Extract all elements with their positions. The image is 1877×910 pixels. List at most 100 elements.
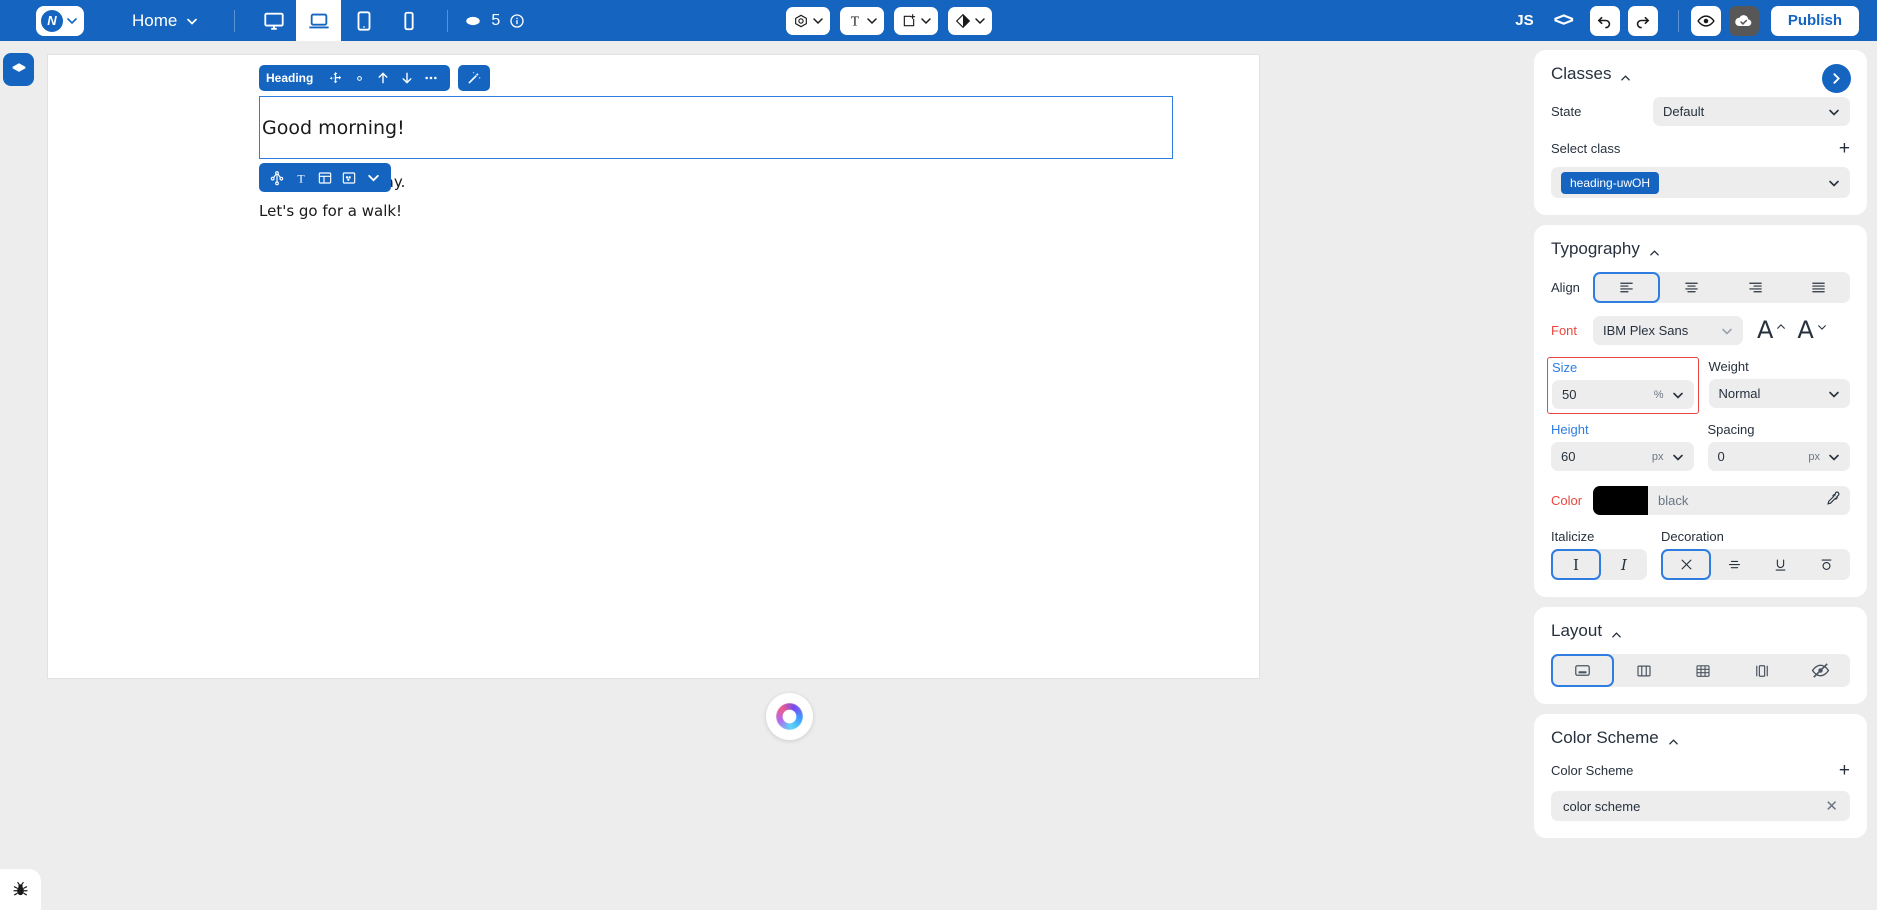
magic-wand-icon — [468, 71, 481, 84]
publish-button[interactable]: Publish — [1770, 5, 1859, 36]
chevron-down-icon — [1672, 451, 1684, 463]
layout-hidden-button[interactable] — [1791, 654, 1850, 687]
code-view-button[interactable]: <> — [1554, 10, 1574, 32]
color-scheme-section-header[interactable]: Color Scheme — [1551, 728, 1850, 748]
layout-block-button[interactable] — [1551, 654, 1614, 687]
device-laptop-button[interactable] — [296, 0, 342, 41]
device-mobile-button[interactable] — [386, 0, 431, 41]
align-justify-button[interactable] — [1787, 272, 1850, 303]
heading-element[interactable]: Good morning! — [259, 96, 1173, 159]
theme-tool-button[interactable] — [948, 6, 992, 35]
weight-field-group: Weight Normal — [1708, 359, 1850, 410]
decoration-underline-button[interactable] — [1758, 549, 1804, 580]
text-tool-button[interactable]: T — [840, 6, 884, 35]
palette-tool-button[interactable] — [786, 6, 830, 35]
arrow-down-glyph — [402, 72, 412, 84]
device-tablet-button[interactable] — [341, 0, 386, 41]
undo-button[interactable] — [1589, 5, 1620, 36]
layout-segmented-control — [1551, 654, 1850, 687]
text-icon: T — [851, 13, 859, 28]
settings-icon[interactable] — [347, 66, 371, 90]
align-right-button[interactable] — [1724, 272, 1787, 303]
block-layout-icon — [1575, 665, 1590, 676]
eye-off-icon — [1811, 663, 1830, 678]
height-input[interactable]: 60 px — [1551, 442, 1694, 471]
contrast-icon — [955, 13, 971, 28]
layers-count-indicator[interactable]: 5 — [464, 12, 525, 30]
component-glyph — [342, 171, 356, 184]
chevron-up-icon — [1611, 626, 1622, 638]
color-scheme-chip-field[interactable]: color scheme ✕ — [1551, 791, 1850, 821]
preview-button[interactable] — [1690, 5, 1721, 36]
home-page-selector[interactable]: Home — [132, 11, 198, 31]
add-class-button[interactable]: + — [1839, 139, 1850, 158]
weight-value: Normal — [1718, 386, 1761, 401]
js-panel-button[interactable]: JS — [1515, 12, 1533, 29]
select-class-label: Select class — [1551, 141, 1621, 156]
align-center-button[interactable] — [1660, 272, 1723, 303]
italic-off-button[interactable]: I — [1551, 549, 1601, 580]
ai-magic-button[interactable] — [458, 65, 490, 91]
close-icon[interactable]: ✕ — [1825, 797, 1838, 815]
editor-tool-group: T — [786, 6, 1002, 35]
text-element-icon[interactable]: T — [289, 166, 313, 190]
class-chip-field[interactable]: heading-uwOH — [1551, 167, 1850, 198]
classes-section-header[interactable]: Classes — [1551, 64, 1850, 84]
font-row: Font IBM Plex Sans A A — [1551, 316, 1850, 345]
font-size-decrease-button[interactable]: A — [1797, 318, 1826, 343]
layout-element-icon[interactable] — [313, 166, 337, 190]
move-up-icon[interactable] — [371, 66, 395, 90]
ai-assistant-button[interactable] — [766, 693, 813, 740]
weight-select[interactable]: Normal — [1708, 379, 1850, 408]
class-chip[interactable]: heading-uwOH — [1561, 171, 1660, 194]
layout-flex-button[interactable] — [1614, 654, 1673, 687]
italic-on-button[interactable]: I — [1601, 549, 1647, 580]
chevron-down-icon[interactable] — [361, 166, 385, 190]
font-size-increase-button[interactable]: A — [1757, 318, 1786, 343]
layout-section-header[interactable]: Layout — [1551, 621, 1850, 641]
typography-section-header[interactable]: Typography — [1551, 239, 1850, 259]
add-block-tool-button[interactable] — [894, 6, 938, 35]
state-value: Default — [1663, 104, 1705, 119]
spacing-input[interactable]: 0 px — [1707, 442, 1850, 471]
publish-label: Publish — [1787, 12, 1842, 29]
align-left-button[interactable] — [1593, 272, 1661, 303]
underline-icon — [1775, 558, 1786, 571]
size-input[interactable]: 50 % — [1552, 380, 1694, 409]
next-panel-button[interactable] — [1822, 64, 1851, 93]
move-down-icon[interactable] — [395, 66, 419, 90]
decoration-overline-button[interactable] — [1804, 549, 1850, 580]
decoration-strikethrough-button[interactable] — [1711, 549, 1757, 580]
chevron-up-icon — [1777, 324, 1786, 330]
color-swatch[interactable] — [1593, 486, 1648, 515]
color-field[interactable]: black — [1593, 486, 1850, 515]
brand-menu-button[interactable]: N — [36, 5, 84, 36]
add-color-scheme-button[interactable]: + — [1839, 761, 1850, 780]
height-value: 60 — [1561, 449, 1576, 464]
align-justify-icon — [1812, 282, 1825, 293]
decoration-none-button[interactable] — [1661, 549, 1712, 580]
overline-icon — [1821, 558, 1832, 570]
component-icon[interactable] — [337, 166, 361, 190]
align-label: Align — [1551, 280, 1580, 295]
device-desktop-button[interactable] — [251, 0, 296, 41]
layout-grid-button[interactable] — [1673, 654, 1732, 687]
layout-columns-button[interactable] — [1732, 654, 1791, 687]
italicize-group: Italicize I I — [1551, 529, 1647, 580]
state-select[interactable]: Default — [1653, 97, 1850, 126]
paragraph-2-text[interactable]: Let's go for a walk! — [259, 202, 402, 220]
state-label: State — [1551, 104, 1582, 119]
color-value-field[interactable]: black — [1648, 486, 1850, 515]
move-icon[interactable] — [323, 66, 347, 90]
sitemap-icon[interactable] — [265, 166, 289, 190]
layers-panel-button[interactable] — [3, 53, 34, 86]
font-family-select[interactable]: IBM Plex Sans — [1593, 316, 1743, 345]
more-options-icon[interactable] — [419, 66, 443, 90]
save-to-cloud-button[interactable] — [1728, 5, 1759, 36]
right-settings-panel: Classes State Default Select class + hea… — [1524, 41, 1877, 910]
eyedropper-icon[interactable] — [1824, 491, 1840, 510]
eye-icon — [1697, 14, 1715, 27]
redo-button[interactable] — [1627, 5, 1658, 36]
debug-button[interactable] — [0, 869, 41, 910]
page-canvas[interactable]: Heading Good morning! T Let's go for a w… — [47, 54, 1260, 679]
